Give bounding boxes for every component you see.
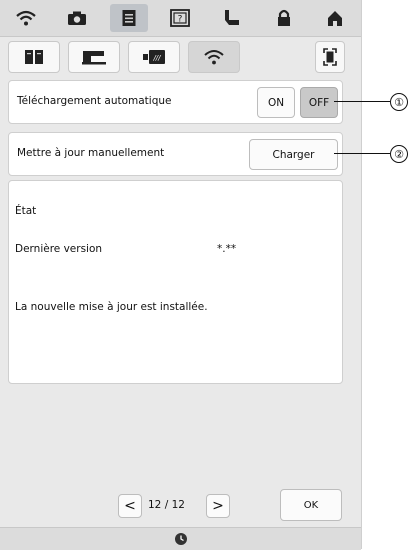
tab-camera[interactable] [58,4,96,32]
callout-2: ② [390,145,408,163]
screen: ? /// Téléchargement automatique ON OFF … [0,0,362,550]
page-indicator: 12 / 12 [148,499,185,511]
fullscreen-button[interactable] [315,41,345,73]
status-message: La nouvelle mise à jour est installée. [15,301,208,313]
book-icon [25,50,43,64]
charger-button[interactable]: Charger [249,139,338,170]
on-button[interactable]: ON [257,87,295,118]
subtab-embroidery[interactable]: /// [128,41,180,73]
wifi-icon [16,10,36,26]
embroidery-icon: /// [143,50,165,64]
off-button[interactable]: OFF [300,87,338,118]
callout-2-line [334,153,390,155]
status-panel: État Dernière version *.** La nouvelle m… [8,180,343,384]
manual-update-row: Mettre à jour manuellement Charger [8,132,343,176]
auto-download-row: Téléchargement automatique ON OFF [8,80,343,124]
tab-document[interactable] [109,4,148,32]
subtab-sewing[interactable] [68,41,120,73]
latest-version-value: *.** [217,243,237,255]
status-title: État [15,205,37,217]
svg-text:?: ? [178,15,183,25]
sewing-machine-icon [82,51,106,65]
fullscreen-icon [323,48,337,66]
wifi-icon [204,50,224,65]
presser-foot-icon [225,10,240,25]
bottom-status-bar [0,527,361,550]
tab-help[interactable]: ? [161,4,199,32]
sub-tab-bar: /// [8,41,354,75]
auto-download-label: Téléchargement automatique [17,95,172,107]
tab-lock[interactable] [265,4,303,32]
tab-home[interactable] [316,4,354,32]
callout-1: ① [390,93,408,111]
subtab-manual[interactable] [8,41,60,73]
lock-icon [277,9,290,26]
next-page-button[interactable]: > [206,494,230,518]
manual-update-label: Mettre à jour manuellement [17,147,165,159]
category-bar: ? [0,0,361,37]
help-icon: ? [170,9,191,27]
tab-wifi[interactable] [7,4,45,32]
ok-button[interactable]: OK [280,489,342,521]
latest-version-label: Dernière version [15,243,103,255]
home-icon [328,11,343,26]
document-icon [122,10,136,26]
svg-text:///: /// [152,54,161,62]
camera-icon [68,11,87,25]
subtab-network[interactable] [188,41,240,73]
tab-presser-foot[interactable] [213,4,251,32]
callout-1-line [334,101,390,103]
prev-page-button[interactable]: < [118,494,142,518]
clock-icon [174,533,187,545]
